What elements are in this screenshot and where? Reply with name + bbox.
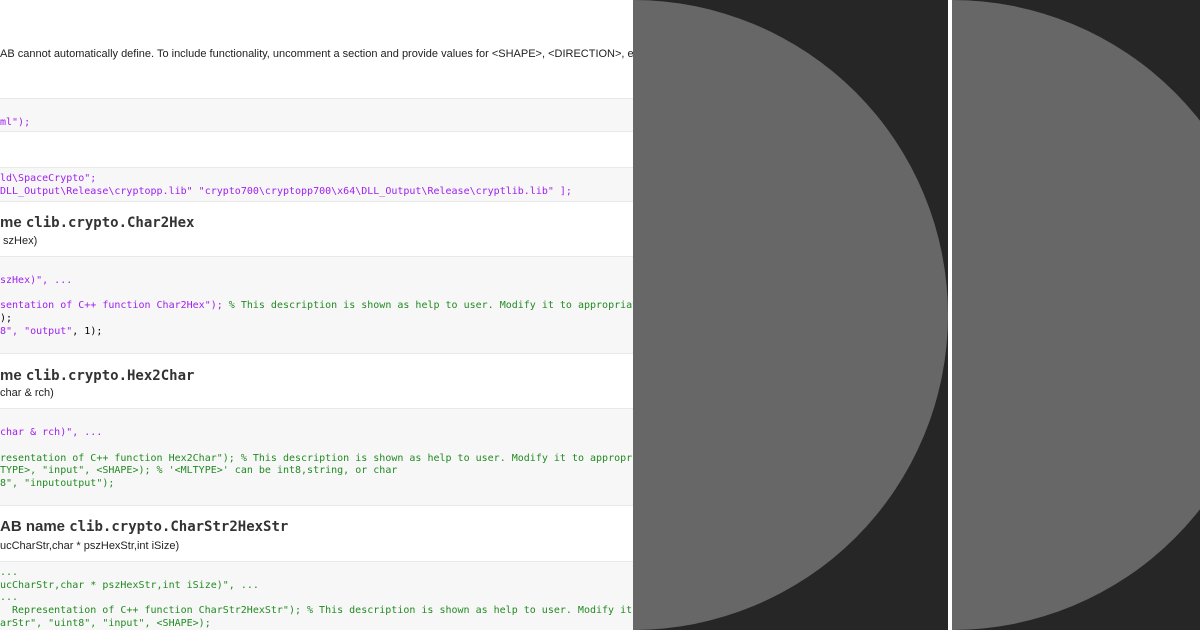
code-line: ld\SpaceCrypto";	[0, 173, 97, 184]
documentation-page: AB cannot automatically define. To inclu…	[0, 0, 633, 630]
code-line: resentation of C++ function Hex2Char"); …	[0, 453, 633, 464]
heading-prefix: AB name	[0, 518, 70, 535]
heading-prefix: me	[0, 367, 26, 384]
function-signature: szHex)	[0, 235, 38, 247]
code-block	[0, 98, 633, 132]
code-line: arStr", "uint8", "input", <SHAPE>);	[0, 618, 211, 629]
code-line: ...	[0, 567, 19, 578]
code-line: 8", "inputoutput");	[0, 478, 115, 489]
function-signature: char & rch)	[0, 387, 54, 399]
code-line: DLL_Output\Release\cryptopp.lib" "crypto…	[0, 186, 572, 197]
section-heading: AB name clib.crypto.CharStr2HexStr	[0, 518, 288, 535]
code-line: TYPE>, "input", <SHAPE>); % '<MLTYPE>' c…	[0, 465, 398, 476]
decorative-panel	[633, 0, 1200, 630]
code-line: ml");	[0, 117, 31, 128]
code-line: szHex)", ...	[0, 275, 73, 286]
function-name: clib.crypto.Char2Hex	[25, 215, 195, 231]
code-line: 8", "output", 1);	[0, 326, 103, 337]
function-name: clib.crypto.CharStr2HexStr	[69, 519, 289, 535]
code-line: char & rch)", ...	[0, 427, 103, 438]
function-name: clib.crypto.Hex2Char	[25, 368, 195, 384]
code-line: ucCharStr,char * pszHexStr,int iSize)", …	[0, 580, 259, 591]
half-circle-shape	[952, 0, 1200, 630]
intro-text: AB cannot automatically define. To inclu…	[0, 48, 633, 60]
code-line: ...	[0, 592, 19, 603]
section-heading: me clib.crypto.Hex2Char	[0, 367, 194, 384]
function-signature: ucCharStr,char * pszHexStr,int iSize)	[0, 540, 180, 552]
half-circle-shape	[633, 0, 948, 630]
section-heading: me clib.crypto.Char2Hex	[0, 214, 194, 231]
code-line: sentation of C++ function Char2Hex"); % …	[0, 300, 633, 311]
code-line: );	[0, 313, 13, 324]
heading-prefix: me	[0, 214, 26, 231]
code-line: Representation of C++ function CharStr2H…	[12, 605, 633, 616]
